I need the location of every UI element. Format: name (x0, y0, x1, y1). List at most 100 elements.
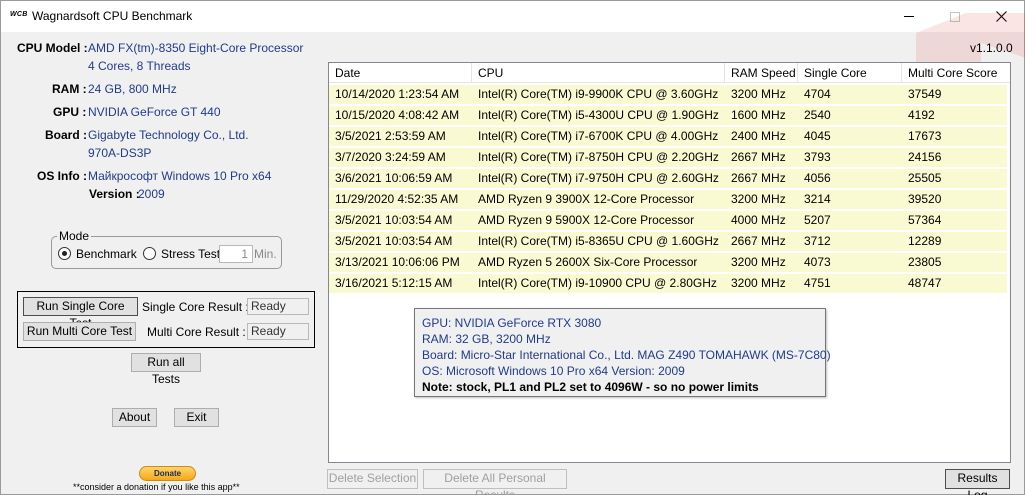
delete-all-personal-results-button[interactable]: Delete All Personal Results (423, 469, 567, 495)
table-row[interactable]: 3/6/2021 10:06:59 AM Intel(R) Core(TM) i… (329, 169, 1007, 188)
benchmark-label[interactable]: Benchmark (76, 247, 137, 261)
multi-core-result-label: Multi Core Result : (147, 325, 246, 339)
cell-date: 10/14/2020 1:23:54 AM (335, 87, 460, 101)
title-bar[interactable]: WCB Wagnardsoft CPU Benchmark (1, 1, 1024, 32)
mode-title: Mode (57, 229, 92, 243)
board-model-value: 970A-DS3P (88, 146, 152, 160)
cell-single: 5207 (804, 213, 831, 227)
benchmark-radio[interactable] (58, 247, 71, 260)
cell-cpu: Intel(R) Core(TM) i7-8750H CPU @ 2.20GHz (478, 150, 719, 164)
cell-ram: 2667 MHz (731, 234, 786, 248)
about-button[interactable]: About (112, 408, 157, 427)
table-row[interactable]: 3/5/2021 2:53:59 AM Intel(R) Core(TM) i7… (329, 127, 1007, 146)
column-header-multi-core[interactable]: Multi Core Score (902, 63, 1010, 83)
cell-ram: 2667 MHz (731, 171, 786, 185)
run-all-tests-button[interactable]: Run all Tests (131, 353, 201, 386)
cell-single: 3793 (804, 150, 831, 164)
cell-single: 4704 (804, 87, 831, 101)
cell-ram: 4000 MHz (731, 213, 786, 227)
table-row[interactable]: 10/14/2020 1:23:54 AM Intel(R) Core(TM) … (329, 85, 1007, 104)
cell-ram: 3200 MHz (731, 192, 786, 206)
cell-cpu: AMD Ryzen 5 2600X Six-Core Processor (478, 255, 698, 269)
cell-single: 3214 (804, 192, 831, 206)
table-row[interactable]: 3/16/2021 5:12:15 AM Intel(R) Core(TM) i… (329, 274, 1007, 293)
donate-note: **consider a donation if you like this a… (73, 482, 240, 492)
cell-cpu: Intel(R) Core(TM) i7-9750H CPU @ 2.60GHz (478, 171, 719, 185)
cell-date: 3/6/2021 10:06:59 AM (335, 171, 453, 185)
tooltip-note: Note: stock, PL1 and PL2 set to 4096W - … (422, 380, 759, 394)
cell-single: 4056 (804, 171, 831, 185)
cpu-model-value: AMD FX(tm)-8350 Eight-Core Processor (88, 41, 304, 55)
cell-date: 10/15/2020 4:08:42 AM (335, 108, 460, 122)
cell-multi: 37549 (908, 87, 942, 101)
cell-ram: 3200 MHz (731, 276, 786, 290)
cell-multi: 25505 (908, 171, 942, 185)
exit-button[interactable]: Exit (174, 408, 219, 427)
table-row[interactable]: 10/15/2020 4:08:42 AM Intel(R) Core(TM) … (329, 106, 1007, 125)
app-logo: WCB (10, 11, 28, 18)
cell-single: 3712 (804, 234, 831, 248)
table-row[interactable]: 3/5/2021 10:03:54 AM Intel(R) Core(TM) i… (329, 232, 1007, 251)
run-multi-core-test-button[interactable]: Run Multi Core Test (23, 322, 136, 341)
cell-date: 3/13/2021 10:06:06 PM (335, 255, 460, 269)
cell-cpu: AMD Ryzen 9 5900X 12-Core Processor (478, 213, 695, 227)
stress-test-label[interactable]: Stress Test (161, 247, 220, 261)
minutes-unit-label: Min. (254, 247, 277, 261)
cell-ram: 3200 MHz (731, 255, 786, 269)
os-label: OS Info : (37, 169, 87, 183)
cell-single: 2540 (804, 108, 831, 122)
cell-cpu: Intel(R) Core(TM) i9-10900 CPU @ 2.80GHz (478, 276, 717, 290)
cpu-model-label: CPU Model : (17, 41, 88, 55)
column-header-ram-speed[interactable]: RAM Speed (725, 63, 798, 83)
column-header-date[interactable]: Date (329, 63, 472, 83)
cell-date: 3/7/2020 3:24:59 AM (335, 150, 446, 164)
table-row[interactable]: 3/13/2021 10:06:06 PM AMD Ryzen 5 2600X … (329, 253, 1007, 272)
single-core-result-field: Ready (247, 298, 309, 315)
cell-ram: 3200 MHz (731, 87, 786, 101)
delete-selection-button[interactable]: Delete Selection (327, 469, 418, 489)
cell-cpu: Intel(R) Core(TM) i5-8365U CPU @ 1.60GHz (478, 234, 719, 248)
results-header: Date CPU RAM Speed Single Core Score Mul… (329, 63, 1010, 100)
cell-date: 3/5/2021 10:03:54 AM (335, 213, 453, 227)
run-single-core-test-button[interactable]: Run Single Core Test (23, 297, 138, 330)
cell-cpu: Intel(R) Core(TM) i9-9900K CPU @ 3.60GHz (478, 87, 719, 101)
cell-single: 4045 (804, 129, 831, 143)
tooltip-ram: RAM: 32 GB, 3200 MHz (422, 332, 551, 346)
cell-multi: 12289 (908, 234, 942, 248)
cell-single: 4751 (804, 276, 831, 290)
stress-test-radio[interactable] (143, 247, 156, 260)
donate-button[interactable]: Donate (139, 466, 196, 481)
multi-core-result-field: Ready (247, 323, 309, 340)
cell-multi: 17673 (908, 129, 942, 143)
column-header-single-core[interactable]: Single Core Score (798, 63, 902, 100)
cell-date: 3/5/2021 10:03:54 AM (335, 234, 453, 248)
os-version-value: 2009 (138, 187, 165, 201)
cell-multi: 24156 (908, 150, 942, 164)
cell-date: 11/29/2020 4:52:35 AM (335, 192, 459, 206)
board-label: Board : (45, 128, 87, 142)
result-details-tooltip: GPU: NVIDIA GeForce RTX 3080 RAM: 32 GB,… (414, 308, 831, 397)
tooltip-os: OS: Microsoft Windows 10 Pro x64 Version… (422, 364, 685, 378)
table-row[interactable]: 11/29/2020 4:52:35 AM AMD Ryzen 9 3900X … (329, 190, 1007, 209)
window-title: Wagnardsoft CPU Benchmark (32, 9, 193, 23)
results-list[interactable]: Date CPU RAM Speed Single Core Score Mul… (328, 62, 1011, 463)
stress-minutes-input[interactable]: 1 (219, 245, 253, 263)
cell-ram: 2667 MHz (731, 150, 786, 164)
cell-single: 4073 (804, 255, 831, 269)
cell-multi: 57364 (908, 213, 942, 227)
table-row[interactable]: 3/5/2021 10:03:54 AM AMD Ryzen 9 5900X 1… (329, 211, 1007, 230)
os-value: Майкрософт Windows 10 Pro x64 (88, 169, 272, 183)
tooltip-gpu: GPU: NVIDIA GeForce RTX 3080 (422, 316, 602, 330)
os-version-label: Version : (89, 187, 140, 201)
cell-multi: 4192 (908, 108, 935, 122)
cell-cpu: Intel(R) Core(TM) i7-6700K CPU @ 4.00GHz (478, 129, 719, 143)
cell-cpu: Intel(R) Core(TM) i5-4300U CPU @ 1.90GHz (478, 108, 719, 122)
column-header-cpu[interactable]: CPU (472, 63, 725, 83)
gpu-value: NVIDIA GeForce GT 440 (88, 105, 221, 119)
table-row[interactable]: 3/7/2020 3:24:59 AM Intel(R) Core(TM) i7… (329, 148, 1007, 167)
results-log-button[interactable]: Results Log (945, 469, 1010, 495)
cell-cpu: AMD Ryzen 9 3900X 12-Core Processor (478, 192, 695, 206)
cell-multi: 39520 (908, 192, 942, 206)
tooltip-board: Board: Micro-Star International Co., Ltd… (422, 348, 831, 362)
board-value: Gigabyte Technology Co., Ltd. (88, 128, 249, 142)
